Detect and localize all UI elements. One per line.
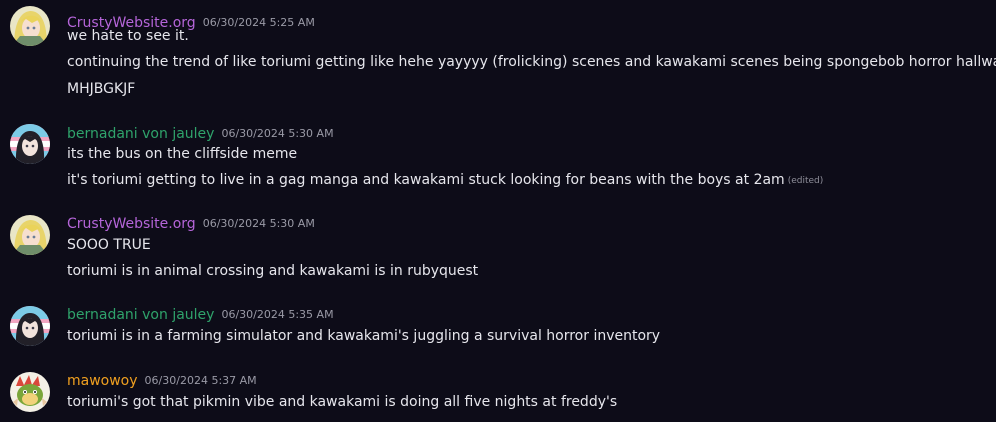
message-text: MHJBGKJF: [67, 81, 136, 97]
username[interactable]: CrustyWebsite.org: [67, 216, 196, 232]
timestamp[interactable]: 06/30/2024 5:30 AM: [203, 217, 315, 230]
message-group: CrustyWebsite.org 06/30/2024 5:30 AM SOOO…: [0, 211, 996, 283]
message-header: bernadani von jauley 06/30/2024 5:35 AM: [67, 304, 334, 325]
chat-message-list: CrustyWebsite.org 06/30/2024 5:25 AM we h…: [0, 0, 996, 422]
username[interactable]: bernadani von jauley: [67, 126, 214, 142]
message-text: its the bus on the cliffside meme: [67, 146, 298, 162]
message-text: SOOO TRUE: [67, 237, 151, 253]
message-text: toriumi is in a farming simulator and ka…: [67, 328, 661, 344]
username[interactable]: bernadani von jauley: [67, 307, 214, 323]
username[interactable]: mawowoy: [67, 373, 138, 389]
timestamp[interactable]: 06/30/2024 5:30 AM: [221, 127, 333, 140]
message-group: bernadani von jauley 06/30/2024 5:30 AM i…: [0, 120, 996, 192]
timestamp[interactable]: 06/30/2024 5:35 AM: [221, 308, 333, 321]
message-group: mawowoy 06/30/2024 5:37 AM toriumi's got …: [0, 368, 996, 418]
message-text: toriumi's got that pikmin vibe and kawak…: [67, 394, 618, 410]
message-group: CrustyWebsite.org 06/30/2024 5:25 AM we h…: [0, 6, 996, 102]
blonde-anime-avatar-icon[interactable]: [10, 6, 50, 46]
dark-haired-anime-avatar-icon[interactable]: [10, 124, 50, 164]
message-text: we hate to see it.: [67, 28, 189, 44]
dark-haired-anime-avatar-icon[interactable]: [10, 306, 50, 346]
message-text: toriumi is in animal crossing and kawaka…: [67, 263, 479, 279]
message-text: it's toriumi getting to live in a gag ma…: [67, 170, 823, 191]
message-header: CrustyWebsite.org 06/30/2024 5:30 AM: [67, 213, 315, 234]
message-group: bernadani von jauley 06/30/2024 5:35 AM t…: [0, 302, 996, 350]
message-header: bernadani von jauley 06/30/2024 5:30 AM: [67, 123, 334, 144]
bowser-avatar-icon[interactable]: [10, 372, 50, 412]
blonde-anime-avatar-icon[interactable]: [10, 215, 50, 255]
message-text-content: it's toriumi getting to live in a gag ma…: [67, 172, 785, 188]
message-text: continuing the trend of like toriumi get…: [67, 54, 996, 70]
timestamp[interactable]: 06/30/2024 5:37 AM: [145, 374, 257, 387]
message-header: mawowoy 06/30/2024 5:37 AM: [67, 370, 257, 391]
timestamp[interactable]: 06/30/2024 5:25 AM: [203, 16, 315, 29]
edited-label: (edited): [787, 176, 824, 186]
